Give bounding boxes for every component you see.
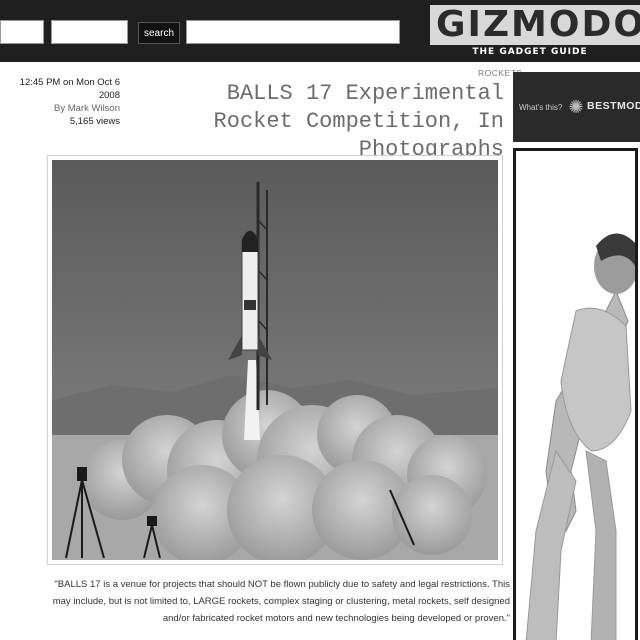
rocket-launch-image xyxy=(52,160,498,560)
article-meta: 12:45 PM on Mon Oct 6 2008 By Mark Wilso… xyxy=(8,76,120,128)
logo-word: GIZMODO xyxy=(430,5,640,45)
bestmodo-widget[interactable]: What's this? ✺ BESTMODO xyxy=(513,72,640,142)
logo-tagline: THE GADGET GUIDE xyxy=(472,47,588,57)
star-logo-icon: ✺ xyxy=(568,97,584,117)
article-caption: "BALLS 17 is a venue for projects that s… xyxy=(52,579,510,624)
bestmodo-logo: BESTMODO xyxy=(587,100,640,112)
nav-input-middle[interactable] xyxy=(51,20,128,44)
site-logo[interactable]: GIZMODO THE GADGET GUIDE xyxy=(430,5,640,57)
search-button[interactable]: search xyxy=(138,22,180,44)
post-time: 12:45 PM on Mon Oct 6 2008 xyxy=(19,77,120,101)
view-count: 5,165 views xyxy=(69,116,120,127)
ad-figure-image xyxy=(516,151,635,640)
nav-input-left[interactable] xyxy=(0,20,44,44)
header-bar: search GIZMODO THE GADGET GUIDE xyxy=(0,0,640,62)
search-input[interactable] xyxy=(186,20,400,44)
article-photo-frame xyxy=(47,155,503,565)
author-link[interactable]: By Mark Wilson xyxy=(8,102,120,115)
ad-panel[interactable] xyxy=(513,148,638,640)
whats-this-link[interactable]: What's this? xyxy=(519,103,562,112)
page-title[interactable]: BALLS 17 Experimental Rocket Competition… xyxy=(192,80,504,164)
article-photo[interactable] xyxy=(52,160,498,560)
